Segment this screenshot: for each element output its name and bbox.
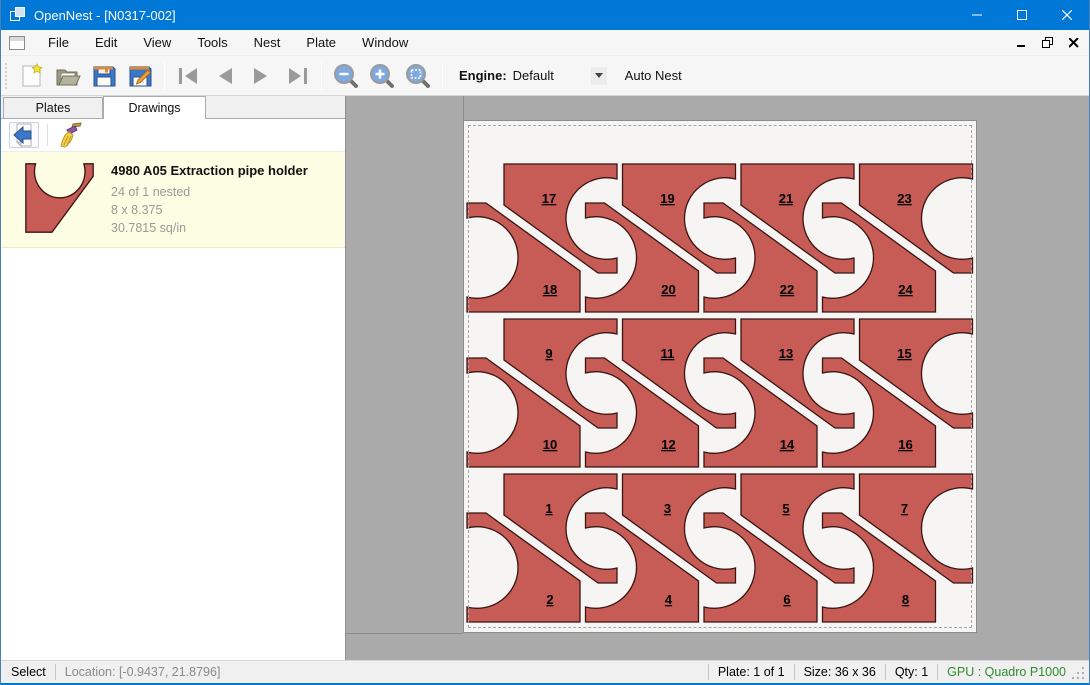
previous-plate-button[interactable] [207, 59, 243, 93]
toolbar-separator [321, 62, 322, 90]
engine-dropdown-arrow-icon[interactable] [591, 67, 607, 85]
drawing-nested-count: 24 of 1 nested [111, 183, 308, 201]
menu-file[interactable]: File [35, 30, 82, 55]
part-number: 15 [897, 346, 911, 361]
tab-strip: Plates Drawings [1, 96, 345, 119]
part-number: 13 [779, 346, 793, 361]
menu-view[interactable]: View [130, 30, 184, 55]
toolbar-grip [5, 63, 8, 89]
zoom-extents-button[interactable] [400, 59, 436, 93]
save-as-button[interactable] [122, 59, 158, 93]
part-number: 3 [664, 501, 671, 516]
part-number: 1 [545, 501, 552, 516]
statusbar-separator [708, 664, 709, 680]
part-number: 17 [542, 191, 556, 206]
part-number: 11 [661, 346, 675, 361]
part-number: 4 [665, 592, 673, 607]
engine-label: Engine: [459, 68, 507, 83]
return-to-drawings-button[interactable] [9, 122, 39, 148]
part-number: 18 [543, 282, 557, 297]
document-icon[interactable] [9, 36, 25, 50]
resize-grip[interactable] [1072, 667, 1086, 681]
nest-canvas[interactable]: 171819202122232491011121314151612345678 [346, 96, 1089, 660]
statusbar-separator [937, 664, 938, 680]
part-number: 24 [898, 282, 913, 297]
child-restore-button[interactable] [1037, 33, 1059, 53]
drawing-title: 4980 A05 Extraction pipe holder [111, 163, 308, 178]
app-window: OpenNest - [N0317-002] File Edit View To… [0, 0, 1090, 685]
drawings-toolbar [1, 119, 345, 152]
save-button[interactable] [86, 59, 122, 93]
main-toolbar: Engine: Default Auto Nest [1, 56, 1089, 96]
menu-plate[interactable]: Plate [293, 30, 349, 55]
status-bar: Select Location: [-0.9437, 21.8796] Plat… [1, 660, 1089, 683]
menu-window[interactable]: Window [349, 30, 421, 55]
toolbar-separator [164, 62, 165, 90]
part-number: 22 [780, 282, 794, 297]
part-number: 2 [546, 592, 553, 607]
statusbar-separator [885, 664, 886, 680]
statusbar-separator [55, 664, 56, 680]
part-number: 14 [780, 437, 795, 452]
part-number: 6 [783, 592, 790, 607]
toolbar-separator [47, 124, 48, 146]
close-button[interactable] [1044, 0, 1089, 30]
part-number: 5 [782, 501, 789, 516]
plate-edge-guide [346, 633, 463, 634]
last-plate-button[interactable] [279, 59, 315, 93]
drawing-list-item[interactable]: 4980 A05 Extraction pipe holder 24 of 1 … [1, 152, 345, 248]
status-location: Location: [-0.9437, 21.8796] [65, 665, 221, 679]
tab-plates[interactable]: Plates [3, 97, 103, 118]
engine-combobox[interactable]: Default [513, 68, 591, 83]
tab-drawings[interactable]: Drawings [103, 96, 206, 119]
part-number: 7 [901, 501, 908, 516]
child-close-button[interactable] [1063, 33, 1085, 53]
status-qty: Qty: 1 [895, 665, 928, 679]
statusbar-separator [794, 664, 795, 680]
new-file-button[interactable] [14, 59, 50, 93]
app-icon [10, 7, 26, 23]
status-size: Size: 36 x 36 [804, 665, 876, 679]
drawings-panel: Plates Drawings [1, 96, 346, 660]
next-plate-button[interactable] [243, 59, 279, 93]
part-number: 19 [660, 191, 674, 206]
status-gpu: GPU : Quadro P1000 [947, 665, 1066, 679]
plate[interactable]: 171819202122232491011121314151612345678 [463, 120, 977, 633]
minimize-button[interactable] [954, 0, 999, 30]
nested-parts: 171819202122232491011121314151612345678 [464, 121, 976, 632]
plate-edge-guide [463, 96, 464, 120]
auto-nest-button[interactable]: Auto Nest [619, 64, 688, 87]
part-number: 12 [661, 437, 675, 452]
part-number: 21 [779, 191, 793, 206]
status-plate: Plate: 1 of 1 [718, 665, 785, 679]
maximize-button[interactable] [999, 0, 1044, 30]
part-number: 8 [902, 592, 909, 607]
part-thumbnail [19, 162, 103, 234]
status-mode: Select [11, 665, 46, 679]
toolbar-separator [442, 62, 443, 90]
part-number: 20 [661, 282, 675, 297]
zoom-out-button[interactable] [328, 59, 364, 93]
open-file-button[interactable] [50, 59, 86, 93]
menu-nest[interactable]: Nest [241, 30, 294, 55]
part-number: 10 [543, 437, 557, 452]
zoom-in-button[interactable] [364, 59, 400, 93]
window-title: OpenNest - [N0317-002] [34, 8, 176, 23]
part-number: 16 [898, 437, 912, 452]
menu-bar: File Edit View Tools Nest Plate Window [1, 30, 1089, 56]
child-minimize-button[interactable] [1011, 33, 1033, 53]
title-bar: OpenNest - [N0317-002] [1, 0, 1089, 30]
part-number: 23 [897, 191, 911, 206]
first-plate-button[interactable] [171, 59, 207, 93]
part-number: 9 [545, 346, 552, 361]
menu-tools[interactable]: Tools [184, 30, 240, 55]
menu-edit[interactable]: Edit [82, 30, 130, 55]
drawing-area: 30.7815 sq/in [111, 219, 308, 237]
drawing-size: 8 x 8.375 [111, 201, 308, 219]
clear-broom-button[interactable] [56, 122, 86, 148]
